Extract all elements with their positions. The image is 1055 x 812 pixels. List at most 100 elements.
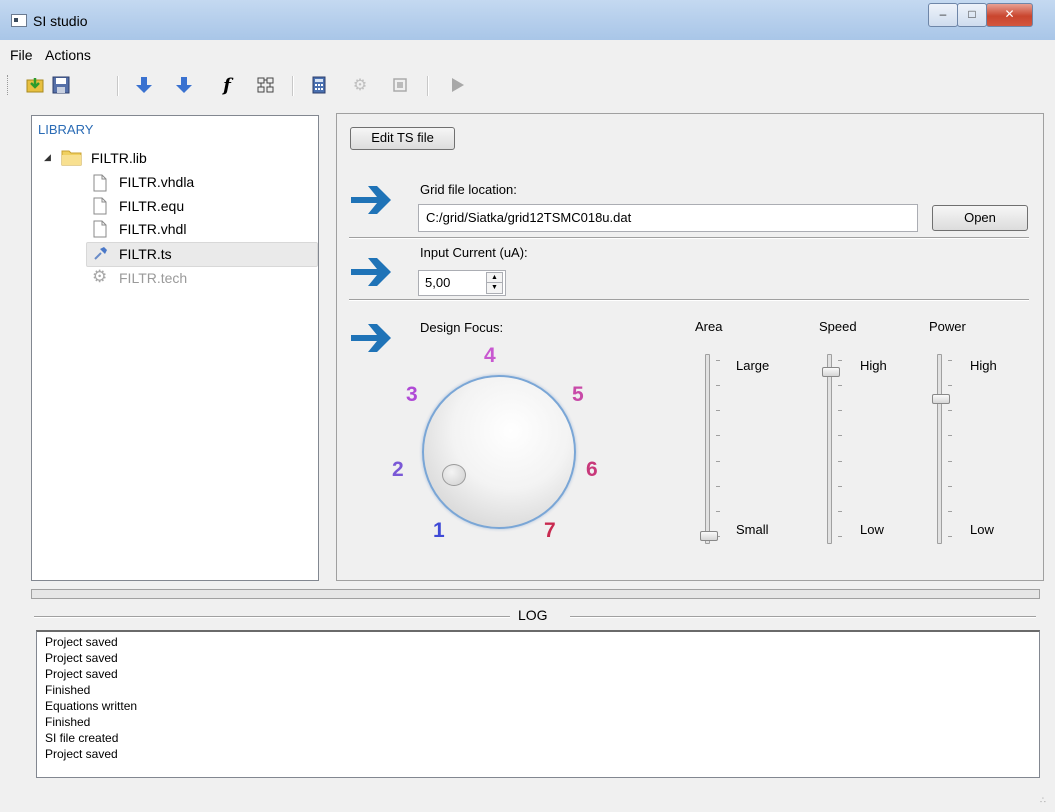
power-slider-tick — [948, 460, 952, 462]
toolbar-separator — [117, 76, 119, 96]
area-slider-tick — [716, 410, 720, 412]
area-slider-tick — [716, 460, 720, 462]
power-slider-track — [937, 354, 942, 544]
import-icon[interactable] — [23, 73, 47, 97]
power-slider-tick — [948, 410, 952, 412]
progress-bar — [31, 589, 1040, 599]
file-icon — [93, 220, 107, 241]
play-icon[interactable] — [445, 73, 469, 97]
power-slider-tick — [948, 385, 952, 387]
speed-title: Speed — [819, 319, 857, 334]
grid-file-value: C:/grid/Siatka/grid12TSMC018u.dat — [426, 210, 632, 225]
speed-slider-tick — [838, 460, 842, 462]
minimize-button[interactable]: – — [928, 3, 958, 27]
close-button[interactable]: ✕ — [986, 3, 1033, 27]
title-bar — [0, 0, 1055, 40]
tree-item-vhdla[interactable]: FILTR.vhdla — [119, 174, 194, 190]
log-line: Project saved — [45, 635, 118, 649]
log-line: Equations written — [45, 699, 138, 713]
speed-slider-tick — [838, 510, 842, 512]
speed-slider[interactable] — [822, 354, 844, 544]
arrow-right-icon — [349, 318, 395, 361]
dial-label-1: 1 — [433, 519, 445, 542]
toolbar-separator — [292, 76, 294, 96]
power-slider-thumb[interactable] — [932, 393, 950, 404]
power-bottom-label: Low — [970, 522, 994, 537]
tree-item-root[interactable]: FILTR.lib — [91, 150, 147, 166]
divider — [349, 237, 1029, 239]
speed-slider-tick — [838, 536, 842, 537]
maximize-button[interactable]: □ — [957, 3, 987, 27]
tree-item-tech[interactable]: FILTR.tech — [119, 270, 187, 286]
power-slider-tick — [948, 536, 952, 537]
area-slider-tick — [716, 385, 720, 387]
log-line: Project saved — [45, 667, 118, 681]
area-slider[interactable] — [700, 354, 722, 544]
dial-label-3: 3 — [406, 383, 418, 406]
grid-file-input[interactable]: C:/grid/Siatka/grid12TSMC018u.dat — [418, 204, 918, 232]
dial-handle[interactable] — [442, 464, 466, 486]
menu-file[interactable]: File — [10, 47, 33, 63]
speed-slider-tick — [838, 360, 842, 361]
area-title: Area — [695, 319, 723, 334]
collapse-arrow-icon[interactable]: ◢ — [44, 152, 51, 163]
design-focus-dial[interactable] — [422, 375, 576, 529]
power-slider-tick — [948, 360, 952, 361]
tree-item-ts[interactable]: FILTR.ts — [119, 246, 172, 262]
input-current-spinbox[interactable]: 5,00 ▲ ▼ — [418, 270, 506, 296]
log-divider-right — [570, 616, 1036, 618]
power-slider-tick — [948, 510, 952, 512]
area-slider-tick — [716, 360, 720, 361]
log-line: Finished — [45, 683, 91, 697]
log-line: SI file created — [45, 731, 119, 745]
calculator-icon[interactable] — [307, 73, 331, 97]
area-bottom-label: Small — [736, 522, 769, 537]
arrow-right-icon — [349, 180, 395, 223]
area-slider-tick — [716, 435, 720, 437]
input-current-value: 5,00 — [425, 275, 451, 290]
toolbar — [0, 66, 1055, 104]
speed-slider-tick — [838, 385, 842, 387]
area-slider-thumb[interactable] — [700, 531, 718, 541]
input-current-label: Input Current (uA): — [420, 245, 528, 260]
speed-slider-tick — [838, 435, 842, 437]
design-focus-label: Design Focus: — [420, 320, 504, 335]
tree-item-vhdl[interactable]: FILTR.vhdl — [119, 221, 186, 237]
save-icon[interactable] — [49, 73, 73, 97]
area-top-label: Large — [736, 358, 770, 373]
spin-down-icon[interactable]: ▼ — [486, 282, 503, 294]
tree-item-equ[interactable]: FILTR.equ — [119, 198, 184, 214]
dial-label-6: 6 — [586, 458, 598, 481]
menu-actions[interactable]: Actions — [45, 47, 91, 63]
grid-file-label: Grid file location: — [420, 182, 517, 197]
dial-label-7: 7 — [544, 519, 556, 542]
folder-icon — [61, 148, 83, 169]
log-line: Finished — [45, 715, 91, 729]
speed-slider-thumb[interactable] — [822, 367, 840, 378]
log-title: LOG — [518, 607, 548, 623]
arrow-down-icon[interactable] — [132, 73, 156, 97]
log-box[interactable]: Project saved Project saved Project save… — [36, 630, 1040, 778]
function-icon[interactable]: f — [215, 73, 239, 97]
hierarchy-icon[interactable] — [254, 73, 278, 97]
arrow-right-icon — [349, 252, 395, 295]
speed-top-label: High — [860, 358, 887, 373]
chip-icon[interactable] — [388, 73, 412, 97]
power-slider[interactable] — [932, 354, 954, 544]
area-slider-track — [705, 354, 710, 544]
log-line: Project saved — [45, 651, 118, 665]
log-line: Project saved — [45, 747, 118, 761]
area-slider-tick — [716, 510, 720, 512]
power-top-label: High — [970, 358, 997, 373]
log-divider-left — [34, 616, 510, 618]
toolbar-grip — [7, 75, 10, 95]
gear-icon[interactable]: ⚙ — [348, 73, 372, 97]
arrow-down-icon[interactable] — [172, 73, 196, 97]
edit-ts-button[interactable]: Edit TS file — [350, 127, 455, 150]
dial-label-4: 4 — [484, 344, 496, 367]
divider — [349, 299, 1029, 301]
resize-grip-icon[interactable]: ∴ — [1040, 795, 1046, 806]
toolbar-separator — [427, 76, 429, 96]
area-slider-tick — [716, 485, 720, 487]
open-button[interactable]: Open — [932, 205, 1028, 231]
